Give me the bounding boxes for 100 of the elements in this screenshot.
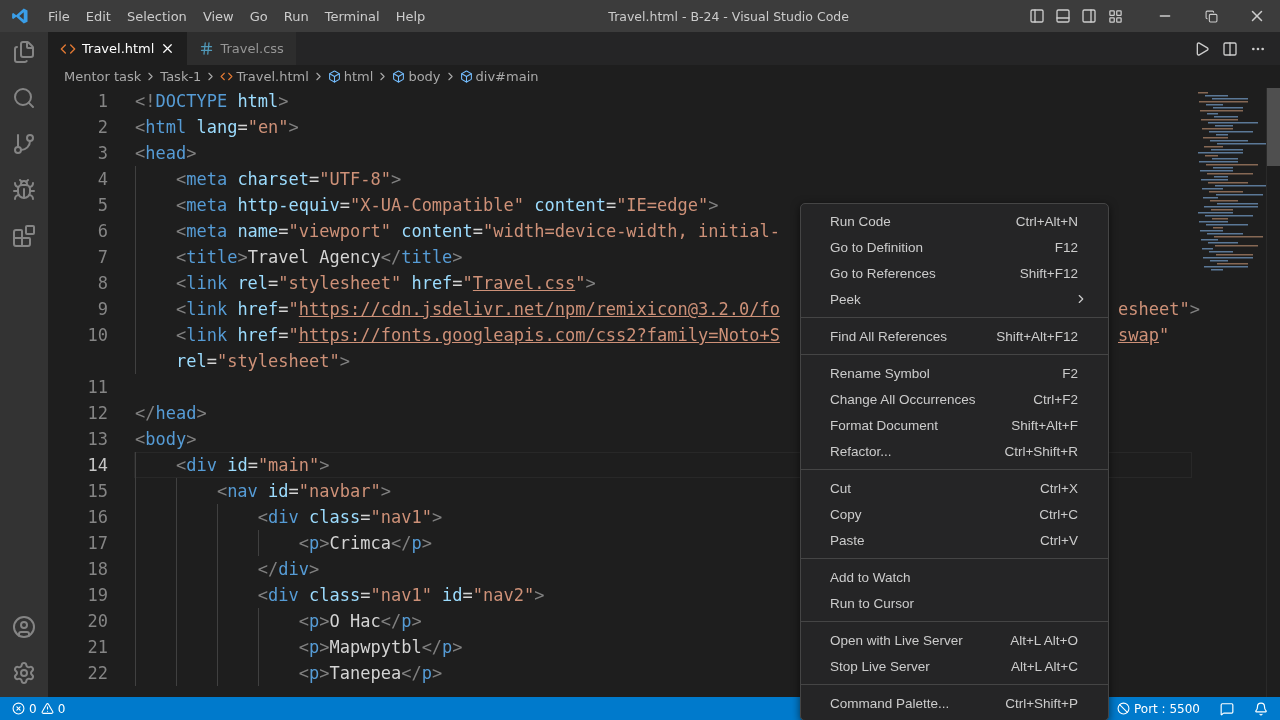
- breadcrumb-item[interactable]: html: [343, 69, 374, 84]
- code-line: <meta name="viewport" content="width=device-width, initial-: [174, 221, 780, 241]
- menu-item-label[interactable]: Run to Cursor: [830, 595, 1078, 611]
- code-line: <link rel="stylesheet" href="Travel.css">: [174, 273, 596, 293]
- editor-tab[interactable]: Travel.css: [187, 32, 296, 65]
- shortcut-label: F12: [1054, 239, 1078, 255]
- bell-icon[interactable]: [1254, 701, 1268, 716]
- code-line: <meta http-equiv="X-UA-Compatible" content="IE=edge">: [174, 195, 719, 215]
- line-number: 4: [96, 168, 109, 191]
- line-number: 16: [86, 506, 109, 529]
- menu-bar-item[interactable]: Edit: [77, 8, 119, 24]
- line-number: 3: [96, 142, 109, 165]
- menu-item-label[interactable]: Run Code: [830, 213, 1016, 229]
- cube-icon: [392, 70, 406, 83]
- menu-item-label[interactable]: Stop Live Server: [830, 658, 1011, 674]
- branch-icon[interactable]: [12, 132, 36, 156]
- menu-item-label[interactable]: Add to Watch: [830, 569, 1078, 585]
- files-icon[interactable]: [12, 40, 36, 64]
- account-icon[interactable]: [12, 615, 36, 639]
- menu-item-label[interactable]: Change All Occurrences: [830, 391, 1034, 407]
- line-number: 17: [86, 532, 109, 555]
- code-line: <link href="https://fonts.googleapis.com/css2?family=Noto+S: [174, 325, 780, 345]
- code-line: rel="stylesheet">: [174, 351, 350, 371]
- shortcut-label: Shift+F12: [1019, 265, 1078, 281]
- menu-item-label[interactable]: Go to Definition: [830, 239, 1055, 255]
- line-number: 1: [96, 90, 109, 113]
- error-count[interactable]: 0: [29, 701, 37, 716]
- menu-item-label[interactable]: Rename Symbol: [830, 365, 1063, 381]
- extensions-icon[interactable]: [12, 224, 36, 248]
- shortcut-label: Shift+Alt+F: [1011, 417, 1078, 433]
- line-number: 22: [86, 662, 109, 685]
- feedback-icon[interactable]: [1220, 701, 1234, 716]
- shortcut-label: F2: [1062, 365, 1078, 381]
- menu-bar-item[interactable]: Selection: [118, 8, 195, 24]
- menu-bar-item[interactable]: File: [40, 8, 78, 24]
- code-line: <p>Crimca</p>: [297, 533, 432, 553]
- code-line: <link href="https://cdn.jsdelivr.net/npm/remixicon@3.2.0/fo: [174, 299, 780, 319]
- hash-icon: [199, 41, 215, 56]
- menu-item-label[interactable]: Refactor...: [830, 443, 1005, 459]
- warning-count[interactable]: 0: [57, 701, 66, 716]
- menu-item-label[interactable]: Paste: [830, 532, 1041, 548]
- menu-bar-item[interactable]: Run: [275, 8, 317, 24]
- menu-bar-item[interactable]: Terminal: [316, 8, 388, 24]
- live-server-port[interactable]: Port : 5500: [1134, 701, 1200, 716]
- restore-icon[interactable]: [1204, 9, 1218, 23]
- code-line: <!DOCTYPE html>: [135, 91, 289, 111]
- line-number: 15: [86, 480, 109, 503]
- code-line: <p>Mapwpytbl</p>: [297, 637, 463, 657]
- breadcrumb-item[interactable]: body: [408, 69, 441, 84]
- breadcrumb-item[interactable]: Travel.html: [236, 69, 309, 84]
- code-line: </head>: [135, 403, 207, 423]
- menu-item-label[interactable]: Format Document: [830, 417, 1012, 433]
- shortcut-label: Ctrl+F2: [1033, 391, 1078, 407]
- menu-bar-item[interactable]: Go: [241, 8, 276, 24]
- line-number: 8: [96, 272, 109, 295]
- warning-icon[interactable]: [40, 702, 54, 715]
- code-line: <div class="nav1">: [256, 507, 443, 527]
- scrollbar-thumb[interactable]: [1267, 88, 1280, 166]
- breadcrumb-item[interactable]: Task-1: [160, 69, 202, 84]
- search-icon[interactable]: [12, 86, 36, 110]
- menu-item-label[interactable]: Peek: [830, 291, 1074, 307]
- code-line: <p>O Hac</p>: [297, 611, 422, 631]
- code-fragment: esheet">: [1118, 298, 1200, 321]
- menu-bar-item[interactable]: View: [194, 8, 242, 24]
- line-number: 20: [86, 610, 109, 633]
- menu-item-label[interactable]: Cut: [830, 480, 1041, 496]
- code-line: <div class="nav1" id="nav2">: [256, 585, 545, 605]
- line-number: 6: [96, 220, 109, 243]
- code-icon: [220, 70, 234, 83]
- editor-tab[interactable]: Travel.html: [48, 32, 188, 65]
- code-line: <p>Tanepea</p>: [297, 663, 443, 683]
- shortcut-label: Ctrl+C: [1039, 506, 1078, 522]
- toggle-sidebar-icon[interactable]: [1029, 8, 1045, 24]
- settings-icon[interactable]: [12, 661, 36, 685]
- line-number: 7: [96, 246, 109, 269]
- menu-item-label[interactable]: Copy: [830, 506, 1040, 522]
- code-fragment: swap": [1118, 324, 1170, 347]
- line-number: 9: [96, 298, 109, 321]
- menu-item-label[interactable]: Find All References: [830, 328, 997, 344]
- menu-bar-item[interactable]: Help: [387, 8, 434, 24]
- shortcut-label: Ctrl+Alt+N: [1015, 213, 1078, 229]
- shortcut-label: Ctrl+Shift+R: [1004, 443, 1078, 459]
- play-icon[interactable]: [1194, 40, 1210, 57]
- split-editor-icon[interactable]: [1222, 40, 1238, 57]
- error-icon[interactable]: [12, 702, 25, 715]
- layout-icon[interactable]: [1107, 8, 1123, 24]
- no-entry-icon[interactable]: [1117, 702, 1130, 715]
- breadcrumb-item[interactable]: Mentor task: [64, 69, 142, 84]
- shortcut-label: Alt+L Alt+O: [1010, 632, 1078, 648]
- shortcut-label: Ctrl+Shift+P: [1005, 695, 1078, 711]
- toggle-panel-icon[interactable]: [1055, 8, 1071, 24]
- menu-item-label[interactable]: Go to References: [830, 265, 1020, 281]
- cube-icon: [327, 70, 341, 83]
- line-number: 14: [86, 454, 109, 477]
- code-line: <html lang="en">: [135, 117, 299, 137]
- menu-item-label[interactable]: Open with Live Server: [830, 632, 1011, 648]
- menu-item-label[interactable]: Command Palette...: [830, 695, 1006, 711]
- toggle-secondary-sidebar-icon[interactable]: [1081, 8, 1097, 24]
- bug-icon[interactable]: [12, 178, 36, 202]
- breadcrumb-item[interactable]: div#main: [475, 69, 539, 84]
